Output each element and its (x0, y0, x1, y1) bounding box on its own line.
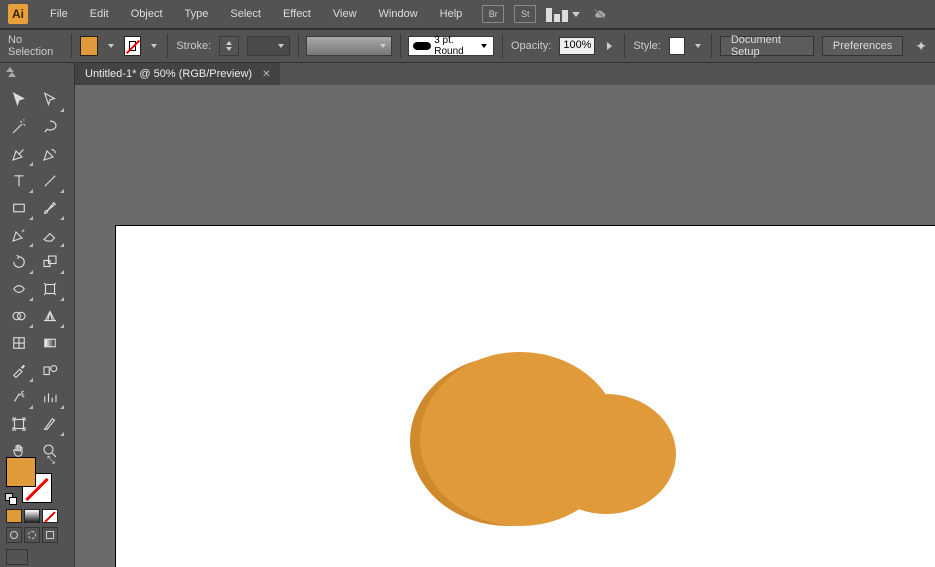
menu-object[interactable]: Object (121, 4, 173, 24)
paintbrush-tool[interactable] (35, 195, 65, 221)
mesh-tool[interactable] (4, 330, 34, 356)
menu-bar: Ai File Edit Object Type Select Effect V… (0, 0, 935, 28)
panel-collapse-button[interactable] (6, 67, 16, 77)
screen-mode-row (6, 549, 28, 565)
color-mode-gradient[interactable] (24, 509, 40, 523)
menu-view[interactable]: View (323, 4, 367, 24)
opacity-label: Opacity: (511, 40, 551, 52)
variable-width-profile-dropdown[interactable]: 3 pt. Round (408, 36, 494, 56)
bridge-launch-button[interactable]: Br (482, 5, 504, 23)
control-bar: No Selection Stroke: 3 pt. Round Opacity… (0, 29, 935, 63)
stroke-color-swatch[interactable] (124, 36, 142, 56)
menu-edit[interactable]: Edit (80, 4, 119, 24)
rotate-tool[interactable] (4, 249, 34, 275)
menu-type[interactable]: Type (175, 4, 219, 24)
menu-help[interactable]: Help (430, 4, 473, 24)
artboard[interactable] (115, 225, 935, 567)
stroke-label: Stroke: (176, 40, 211, 52)
width-tool[interactable] (4, 276, 34, 302)
gpu-preview-icon[interactable] (590, 6, 610, 22)
column-graph-tool[interactable] (35, 384, 65, 410)
fill-color-swatch[interactable] (80, 36, 98, 56)
rectangle-tool[interactable] (4, 195, 34, 221)
shaper-tool[interactable] (4, 222, 34, 248)
stock-launch-button[interactable]: St (514, 5, 536, 23)
document-tab-title: Untitled-1* @ 50% (RGB/Preview) (85, 68, 252, 80)
arrange-documents-icon (546, 6, 570, 22)
graphic-style-swatch[interactable] (669, 37, 685, 55)
fill-stroke-proxy[interactable]: ⤡ (6, 457, 52, 503)
selection-status-label: No Selection (8, 34, 63, 58)
document-tab-bar: Untitled-1* @ 50% (RGB/Preview) ✕ (75, 63, 935, 85)
brush-definition-dropdown[interactable] (306, 36, 391, 56)
shape-builder-tool[interactable] (4, 303, 34, 329)
stroke-weight-dropdown[interactable] (247, 36, 290, 56)
magic-wand-tool[interactable] (4, 114, 34, 140)
type-tool[interactable] (4, 168, 34, 194)
menu-file[interactable]: File (40, 4, 78, 24)
width-profile-icon (413, 42, 431, 50)
pen-tool[interactable] (4, 141, 34, 167)
default-fill-stroke-icon[interactable] (5, 493, 17, 505)
draw-mode-row (6, 527, 58, 543)
canvas-area[interactable] (75, 85, 935, 567)
screen-mode-button[interactable] (6, 549, 28, 565)
fill-proxy-swatch[interactable] (6, 457, 36, 487)
align-flyout-icon[interactable]: ✦ (915, 38, 927, 55)
chevron-down-icon[interactable] (151, 44, 157, 48)
blend-tool[interactable] (35, 357, 65, 383)
artboard-tool[interactable] (4, 411, 34, 437)
draw-inside-button[interactable] (42, 527, 58, 543)
width-profile-label: 3 pt. Round (434, 35, 476, 57)
lasso-tool[interactable] (35, 114, 65, 140)
style-label: Style: (633, 40, 661, 52)
scale-tool[interactable] (35, 249, 65, 275)
direct-selection-tool[interactable] (35, 87, 65, 113)
perspective-grid-tool[interactable] (35, 303, 65, 329)
color-mode-row (6, 509, 58, 523)
close-tab-button[interactable]: ✕ (262, 69, 270, 80)
preferences-button[interactable]: Preferences (822, 36, 903, 56)
opacity-flyout-button[interactable] (607, 42, 612, 50)
app-logo: Ai (8, 4, 28, 24)
color-mode-none[interactable] (42, 509, 58, 523)
eyedropper-tool[interactable] (4, 357, 34, 383)
arrange-documents-button[interactable] (546, 6, 580, 22)
menu-select[interactable]: Select (220, 4, 271, 24)
slice-tool[interactable] (35, 411, 65, 437)
draw-normal-button[interactable] (6, 527, 22, 543)
menu-effect[interactable]: Effect (273, 4, 321, 24)
document-setup-button[interactable]: Document Setup (720, 36, 814, 56)
draw-behind-button[interactable] (24, 527, 40, 543)
chevron-down-icon (572, 12, 580, 17)
opacity-input[interactable]: 100% (559, 37, 595, 55)
symbol-sprayer-tool[interactable] (4, 384, 34, 410)
gradient-tool[interactable] (35, 330, 65, 356)
tools-panel: ⤡ (0, 63, 75, 567)
free-transform-tool[interactable] (35, 276, 65, 302)
selection-tool[interactable] (4, 87, 34, 113)
chevron-down-icon[interactable] (108, 44, 114, 48)
document-tab[interactable]: Untitled-1* @ 50% (RGB/Preview) ✕ (75, 63, 280, 85)
line-segment-tool[interactable] (35, 168, 65, 194)
artwork-shape-small[interactable] (536, 394, 676, 514)
stroke-weight-stepper[interactable] (219, 36, 239, 56)
eraser-tool[interactable] (35, 222, 65, 248)
color-mode-solid[interactable] (6, 509, 22, 523)
curvature-tool[interactable] (35, 141, 65, 167)
chevron-down-icon[interactable] (695, 44, 701, 48)
swap-fill-stroke-icon[interactable]: ⤡ (47, 455, 55, 466)
menu-window[interactable]: Window (369, 4, 428, 24)
